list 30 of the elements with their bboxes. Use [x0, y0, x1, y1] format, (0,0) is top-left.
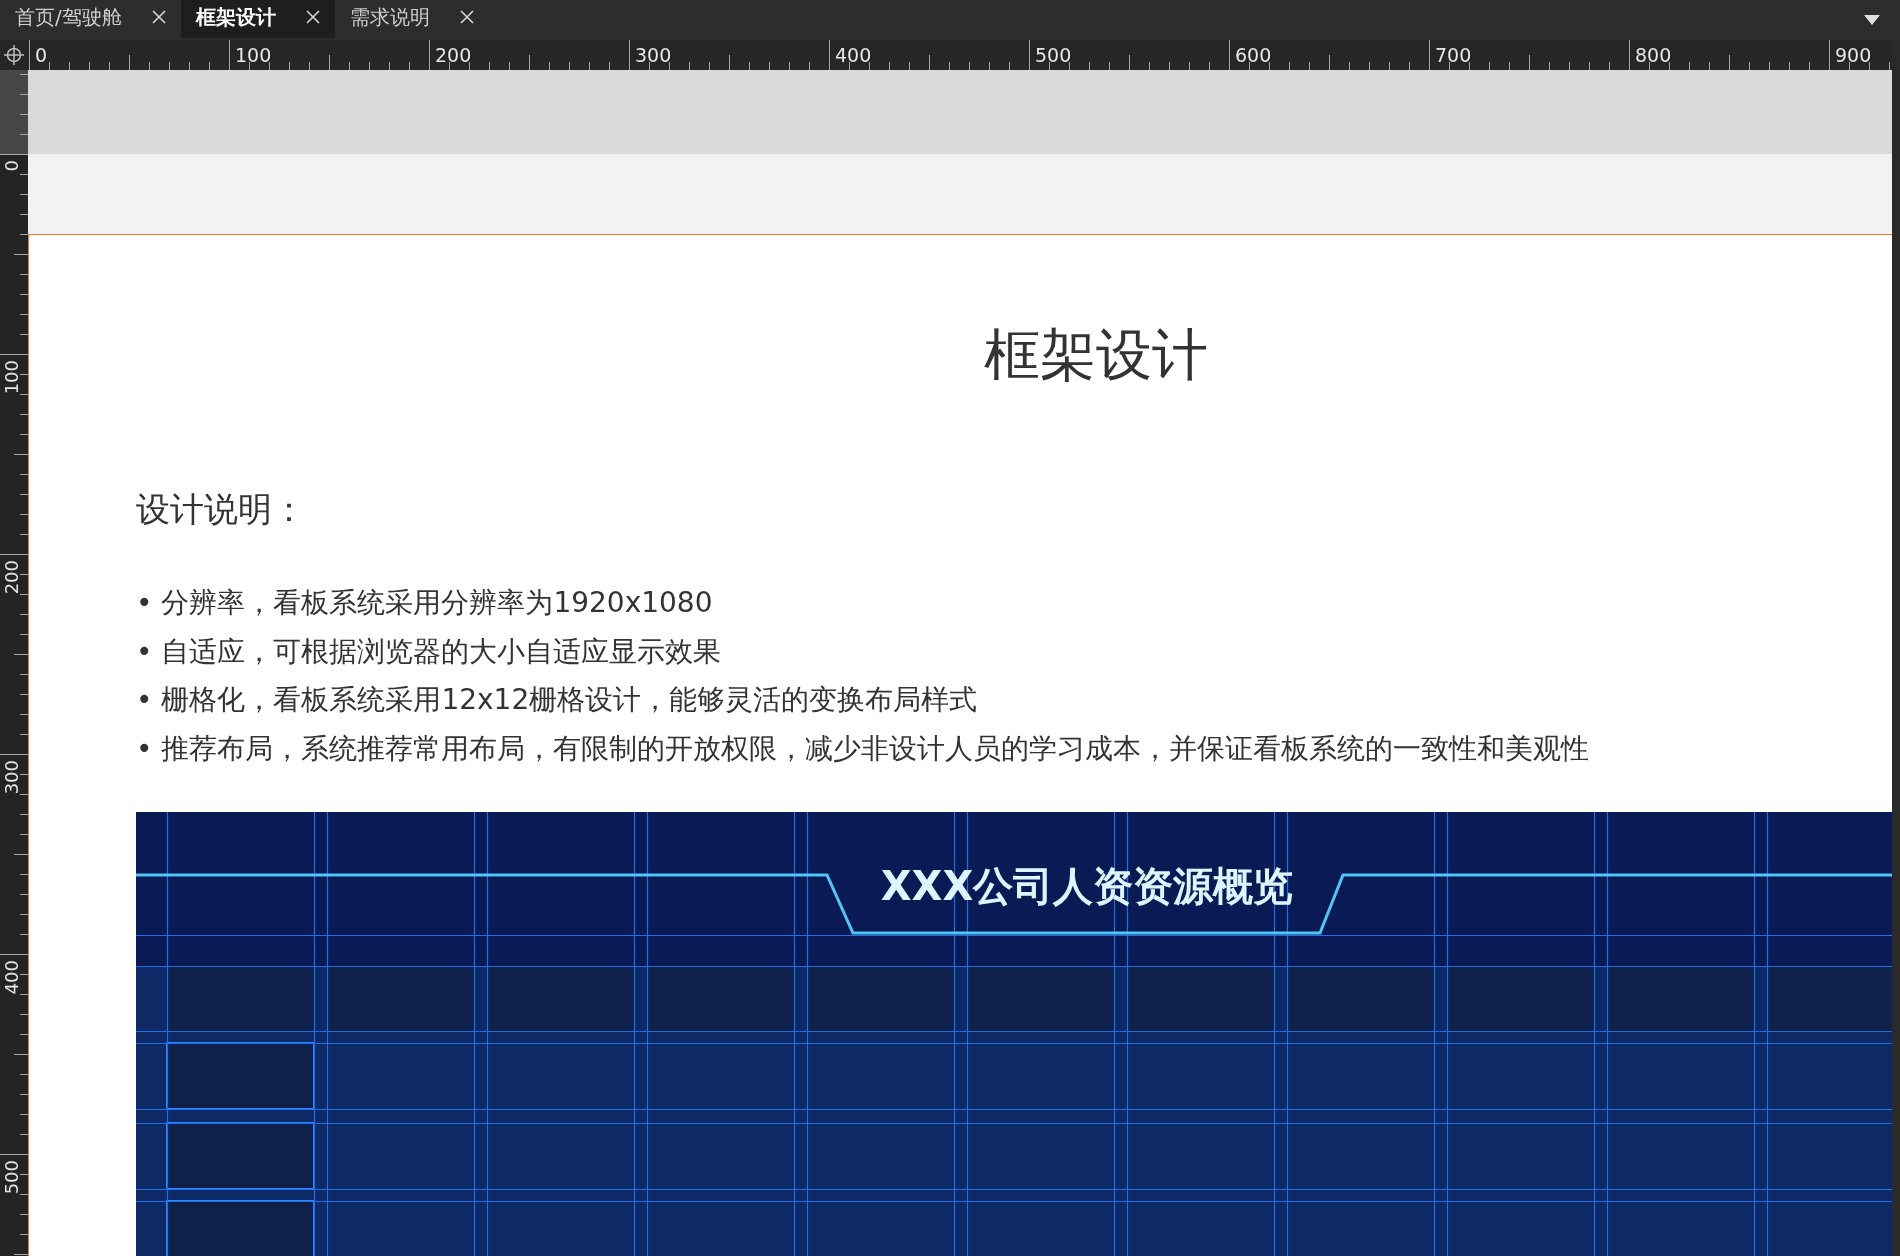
ruler-label: 200 — [435, 44, 472, 66]
ruler-label: 500 — [2, 1160, 22, 1195]
ruler-label: 100 — [2, 360, 22, 395]
crosshair-icon[interactable] — [4, 45, 24, 65]
dropdown-icon[interactable] — [1864, 15, 1880, 25]
ruler-label: 600 — [1235, 44, 1272, 66]
design-note: • 推荐布局，系统推荐常用布局，有限制的开放权限，减少非设计人员的学习成本，并保证看板系统的一致性和美观性 — [136, 730, 1590, 767]
close-icon[interactable] — [151, 10, 166, 24]
ruler-label: 400 — [2, 960, 22, 995]
ruler-label: 300 — [2, 760, 22, 795]
ruler-label: 500 — [1035, 44, 1072, 66]
ruler-label: 400 — [835, 44, 872, 66]
tab[interactable]: 框架设计 — [180, 0, 335, 38]
ruler-label: 900 — [1835, 44, 1872, 66]
tab[interactable]: 首页/驾驶舱 — [0, 0, 181, 38]
tab[interactable]: 需求说明 — [334, 0, 489, 38]
design-note: • 栅格化，看板系统采用12x12栅格设计，能够灵活的变换布局样式 — [136, 682, 979, 718]
ruler-label: 300 — [635, 44, 672, 66]
close-icon[interactable] — [459, 10, 474, 24]
close-icon[interactable] — [305, 10, 320, 24]
ruler-label: 100 — [235, 44, 272, 66]
design-note: • 分辨率，看板系统采用分辨率为1920x1080 — [136, 585, 714, 621]
ruler-label: 700 — [1435, 44, 1472, 66]
design-note: • 自适应，可根据浏览器的大小自适应显示效果 — [136, 633, 723, 670]
page-title: 框架设计 — [984, 323, 1208, 387]
ruler-label: 0 — [35, 44, 48, 66]
ruler-label: 200 — [2, 560, 22, 595]
ruler-label: 800 — [1635, 44, 1672, 66]
section-heading: 设计说明： — [136, 489, 306, 529]
ruler-label: 0 — [2, 160, 22, 172]
